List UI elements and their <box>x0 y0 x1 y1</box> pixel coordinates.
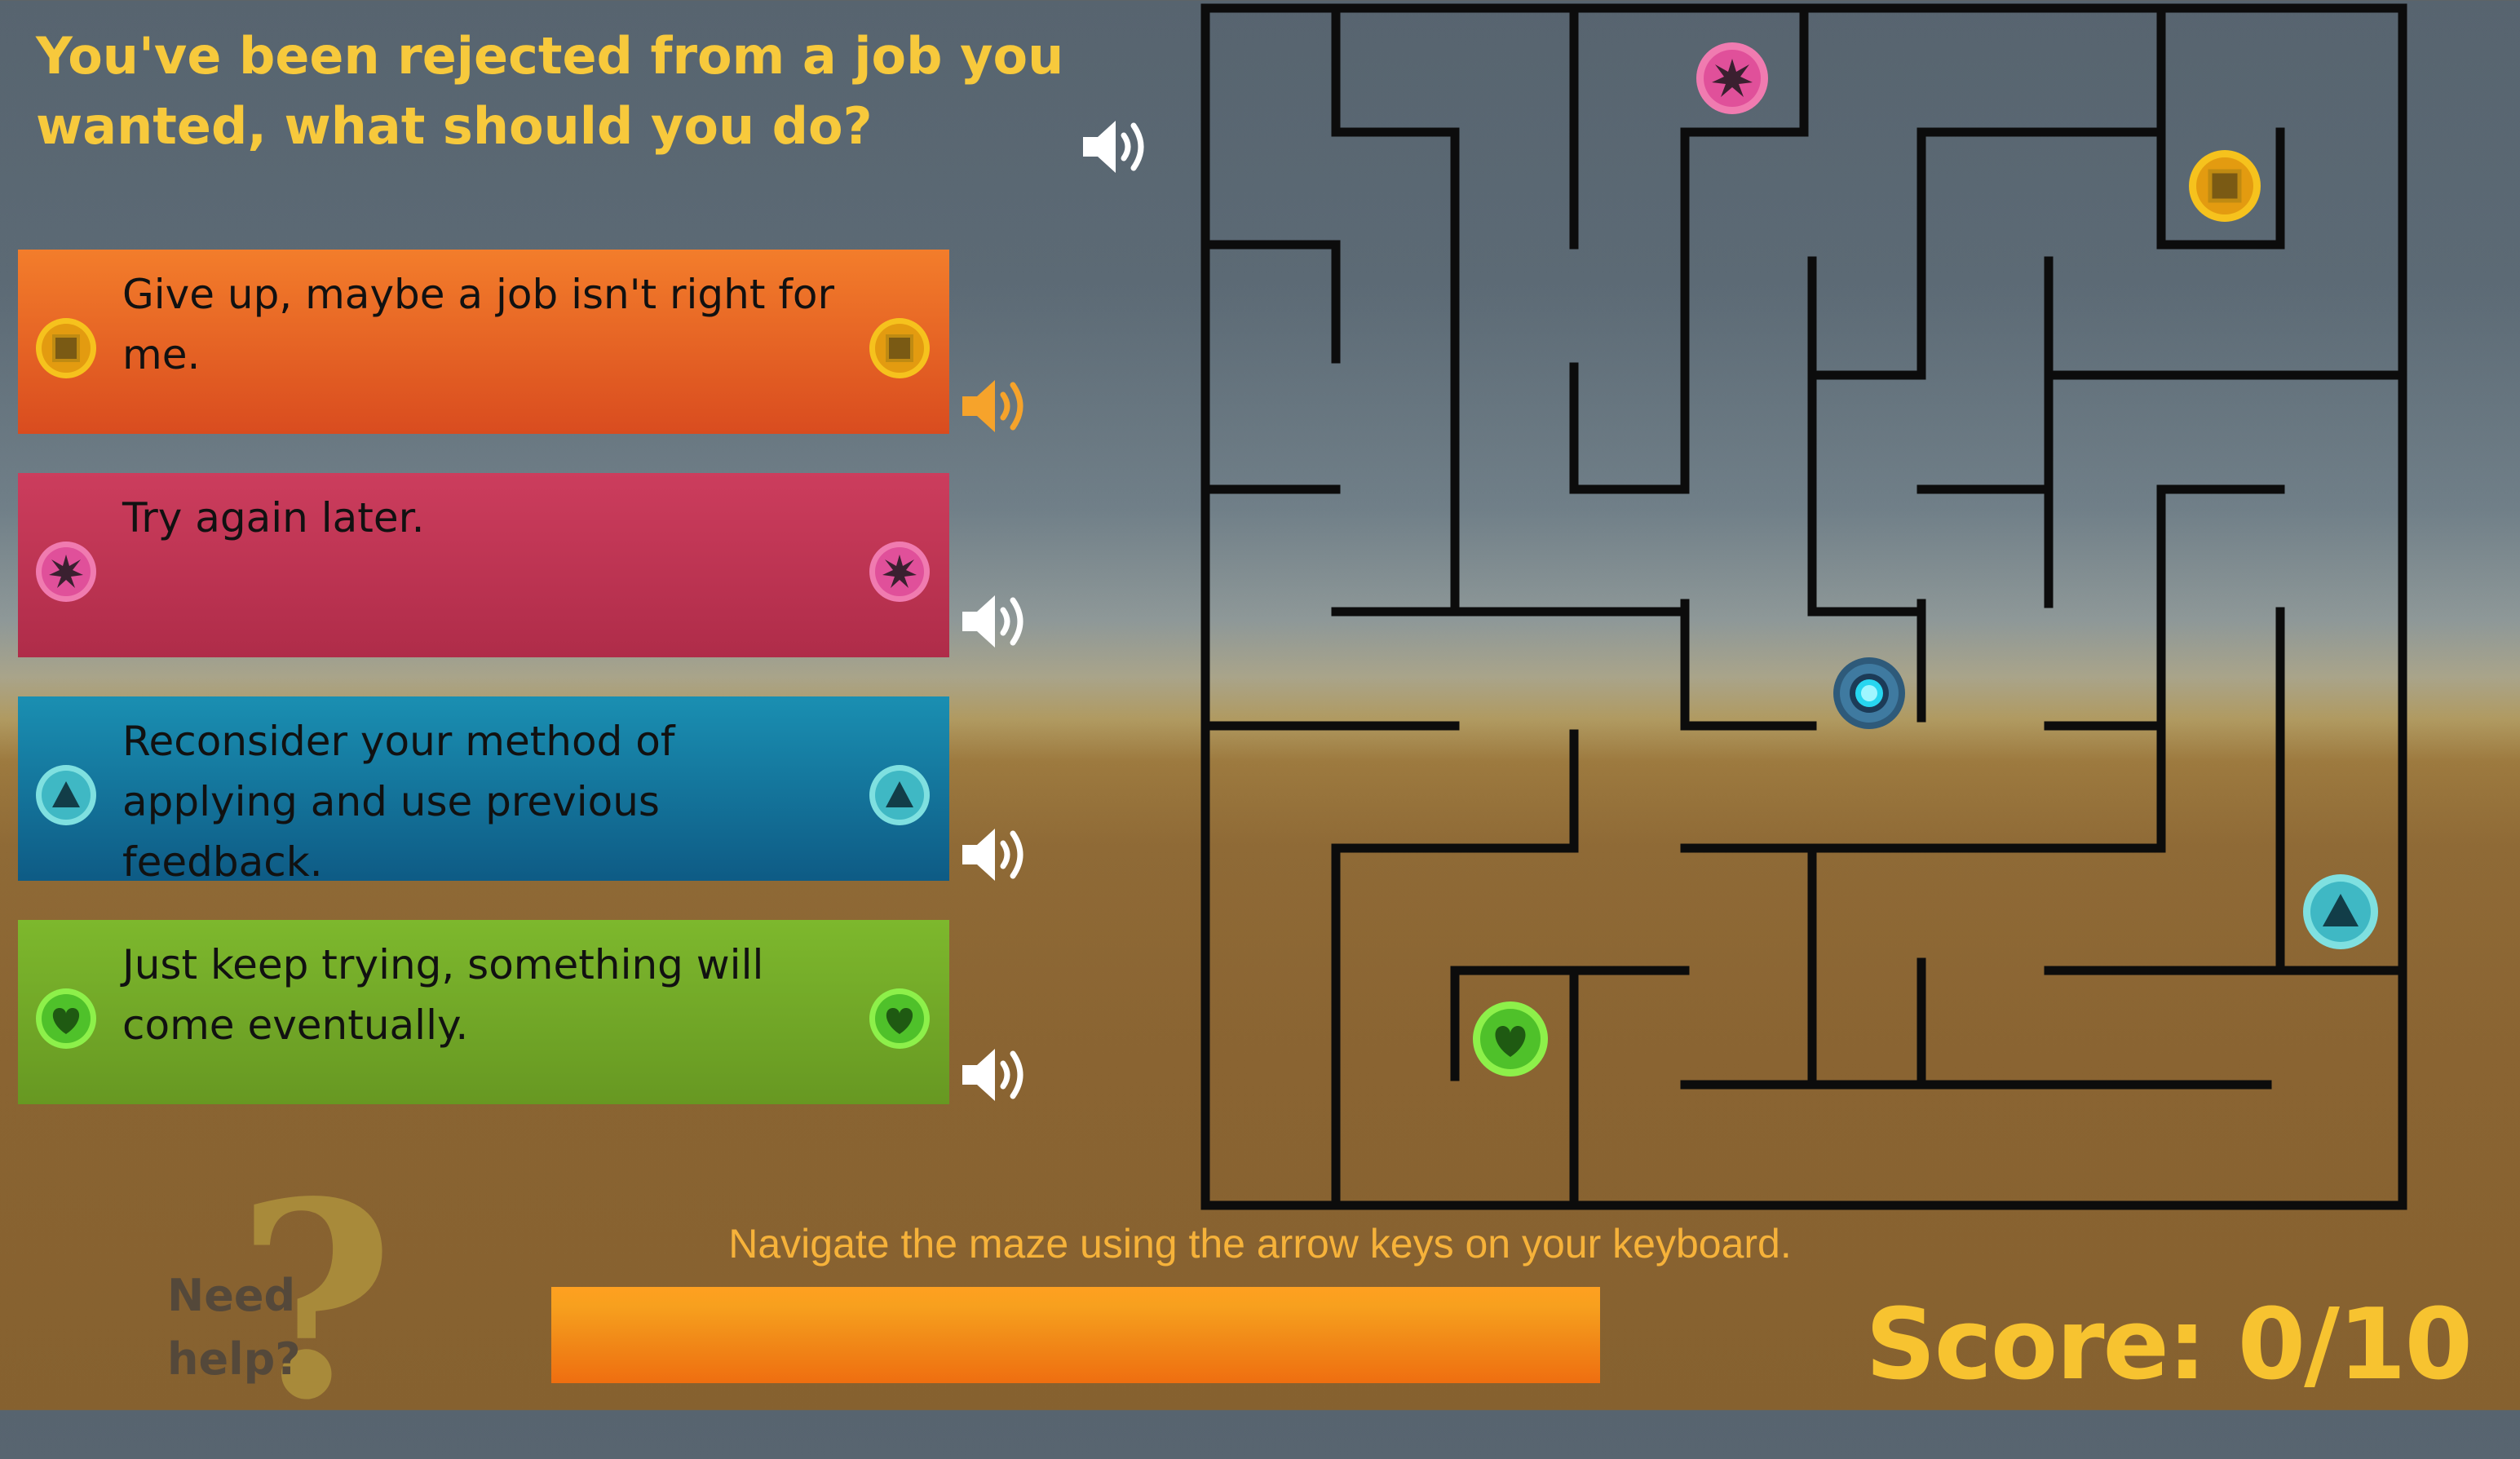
answer-3-speaker-icon[interactable] <box>957 822 1031 887</box>
answer-4-text: Just keep trying, something will come ev… <box>122 935 856 1055</box>
answer-3-text: Reconsider your method of applying and u… <box>122 711 856 892</box>
answer-1-line-1: Give up, maybe a job isn't right for <box>122 271 835 318</box>
green-heart-coin-icon <box>1473 1001 1548 1077</box>
answer-option-3[interactable]: Reconsider your method of applying and u… <box>18 696 949 886</box>
help-label: Need help? <box>167 1264 301 1391</box>
answer-2-line-1: Try again later. <box>122 494 425 542</box>
answer-1-text: Give up, maybe a job isn't right for me. <box>122 264 856 385</box>
answer-3-line-1: Reconsider your method of <box>122 718 675 765</box>
teal-triangle-coin-icon <box>868 763 931 827</box>
green-heart-coin-icon <box>868 987 931 1050</box>
gold-square-coin-icon <box>2189 150 2261 222</box>
gold-square-coin-icon <box>34 316 98 380</box>
pink-splat-coin-icon <box>1696 42 1768 114</box>
answer-option-4[interactable]: Just keep trying, something will come ev… <box>18 920 949 1104</box>
answer-1-speaker-icon[interactable] <box>957 374 1031 439</box>
pink-splat-coin-icon <box>868 540 931 603</box>
answer-4-line-1: Just keep trying, something will <box>122 941 764 988</box>
answer-2-text: Try again later. <box>122 488 856 548</box>
answer-3-line-3: feedback. <box>122 838 323 886</box>
answer-3-line-2: applying and use previous <box>122 778 660 825</box>
green-heart-coin-icon <box>34 987 98 1050</box>
question-speaker-icon[interactable] <box>1078 114 1152 179</box>
score-label: Score: <box>1865 1289 2207 1402</box>
help-button[interactable]: ? Need help? <box>159 1166 428 1435</box>
question-text: You've been rejected from a job you want… <box>36 21 1096 161</box>
gold-square-coin-icon <box>868 316 931 380</box>
maze-board <box>1200 3 2407 1210</box>
answer-4-line-2: come eventually. <box>122 1001 469 1049</box>
answer-4-speaker-icon[interactable] <box>957 1042 1031 1108</box>
question-line-2: wanted, what should you do? <box>36 96 873 156</box>
help-line-1: Need <box>167 1270 296 1321</box>
answer-option-2[interactable]: Try again later. <box>18 473 949 657</box>
teal-triangle-coin-icon <box>2303 874 2378 949</box>
answer-option-1[interactable]: Give up, maybe a job isn't right for me. <box>18 250 949 434</box>
help-line-2: help? <box>167 1333 301 1385</box>
timer-progress-bar <box>551 1287 1600 1383</box>
pink-splat-coin-icon <box>34 540 98 603</box>
score-value: 0/10 <box>2237 1289 2473 1402</box>
player-orb-icon[interactable] <box>1833 657 1905 729</box>
teal-triangle-coin-icon <box>34 763 98 827</box>
score-display: Score: 0/10 <box>1865 1289 2473 1402</box>
answer-1-line-2: me. <box>122 331 201 378</box>
question-line-1: You've been rejected from a job you <box>36 26 1064 86</box>
answer-2-speaker-icon[interactable] <box>957 589 1031 654</box>
